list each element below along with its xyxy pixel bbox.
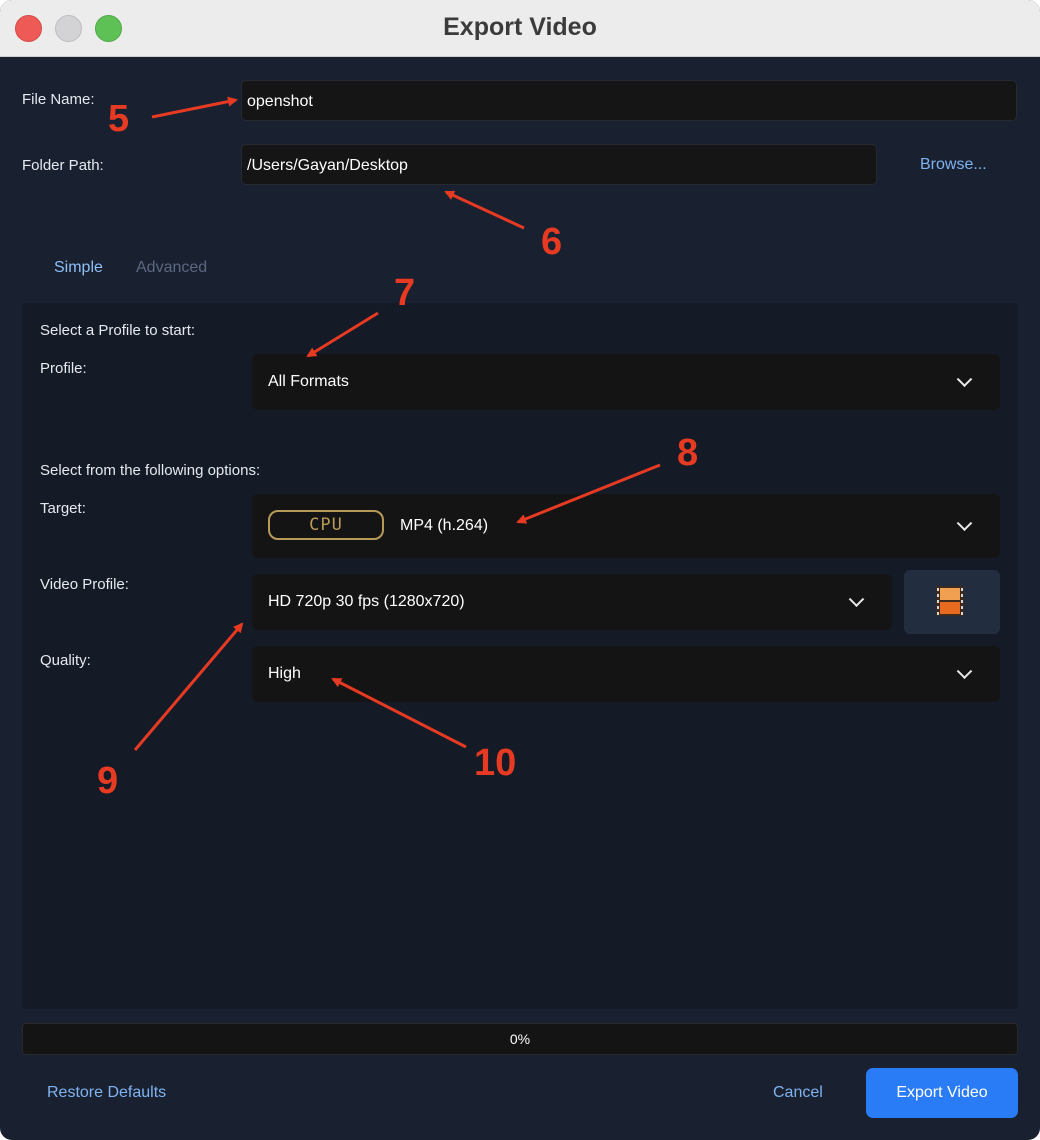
window-title: Export Video bbox=[443, 13, 597, 41]
profile-label: Profile: bbox=[40, 360, 87, 377]
video-profile-settings-button[interactable] bbox=[904, 570, 1000, 634]
quality-select-value: High bbox=[268, 665, 301, 682]
annotation-arrow-6 bbox=[444, 190, 525, 230]
chevron-down-icon bbox=[956, 515, 973, 532]
browse-button[interactable]: Browse... bbox=[920, 156, 987, 174]
folder-path-input[interactable]: /Users/Gayan/Desktop bbox=[241, 144, 877, 185]
target-label: Target: bbox=[40, 500, 86, 517]
options-heading: Select from the following options: bbox=[40, 462, 261, 479]
export-progress-bar: 0% bbox=[22, 1023, 1018, 1055]
quality-select[interactable]: High bbox=[252, 646, 1000, 702]
quality-label: Quality: bbox=[40, 652, 91, 669]
annotation-number: 5 bbox=[108, 98, 130, 140]
profile-select-value: All Formats bbox=[268, 373, 349, 390]
cpu-badge: CPU bbox=[268, 510, 384, 540]
cancel-button[interactable]: Cancel bbox=[773, 1084, 823, 1102]
export-video-button[interactable]: Export Video bbox=[866, 1068, 1018, 1118]
profile-select[interactable]: All Formats bbox=[252, 354, 1000, 410]
film-strip-icon bbox=[936, 586, 964, 616]
title-bar: Export Video bbox=[0, 0, 1040, 57]
annotation-arrow-5 bbox=[151, 96, 238, 119]
file-name-label: File Name: bbox=[22, 91, 95, 108]
annotation-number: 8 bbox=[677, 432, 699, 474]
chevron-down-icon bbox=[848, 591, 865, 608]
tab-simple[interactable]: Simple bbox=[54, 259, 103, 277]
target-select-value: MP4 (h.264) bbox=[400, 517, 489, 534]
file-name-input[interactable]: openshot bbox=[241, 80, 1017, 121]
video-profile-label: Video Profile: bbox=[40, 576, 129, 593]
annotation-number: 10 bbox=[474, 742, 517, 784]
annotation-number: 7 bbox=[394, 272, 416, 314]
video-profile-select-value: HD 720p 30 fps (1280x720) bbox=[268, 593, 465, 610]
export-video-dialog: Export Video File Name: openshot Folder … bbox=[0, 0, 1040, 1140]
chevron-down-icon bbox=[956, 371, 973, 388]
restore-defaults-button[interactable]: Restore Defaults bbox=[47, 1084, 166, 1102]
chevron-down-icon bbox=[956, 663, 973, 680]
folder-path-label: Folder Path: bbox=[22, 157, 104, 174]
video-profile-select[interactable]: HD 720p 30 fps (1280x720) bbox=[252, 574, 892, 630]
target-select[interactable]: CPU MP4 (h.264) bbox=[252, 494, 1000, 558]
tab-advanced[interactable]: Advanced bbox=[136, 259, 207, 277]
annotation-number: 6 bbox=[541, 221, 563, 263]
profile-heading: Select a Profile to start: bbox=[40, 322, 196, 339]
annotation-number: 9 bbox=[97, 760, 119, 802]
